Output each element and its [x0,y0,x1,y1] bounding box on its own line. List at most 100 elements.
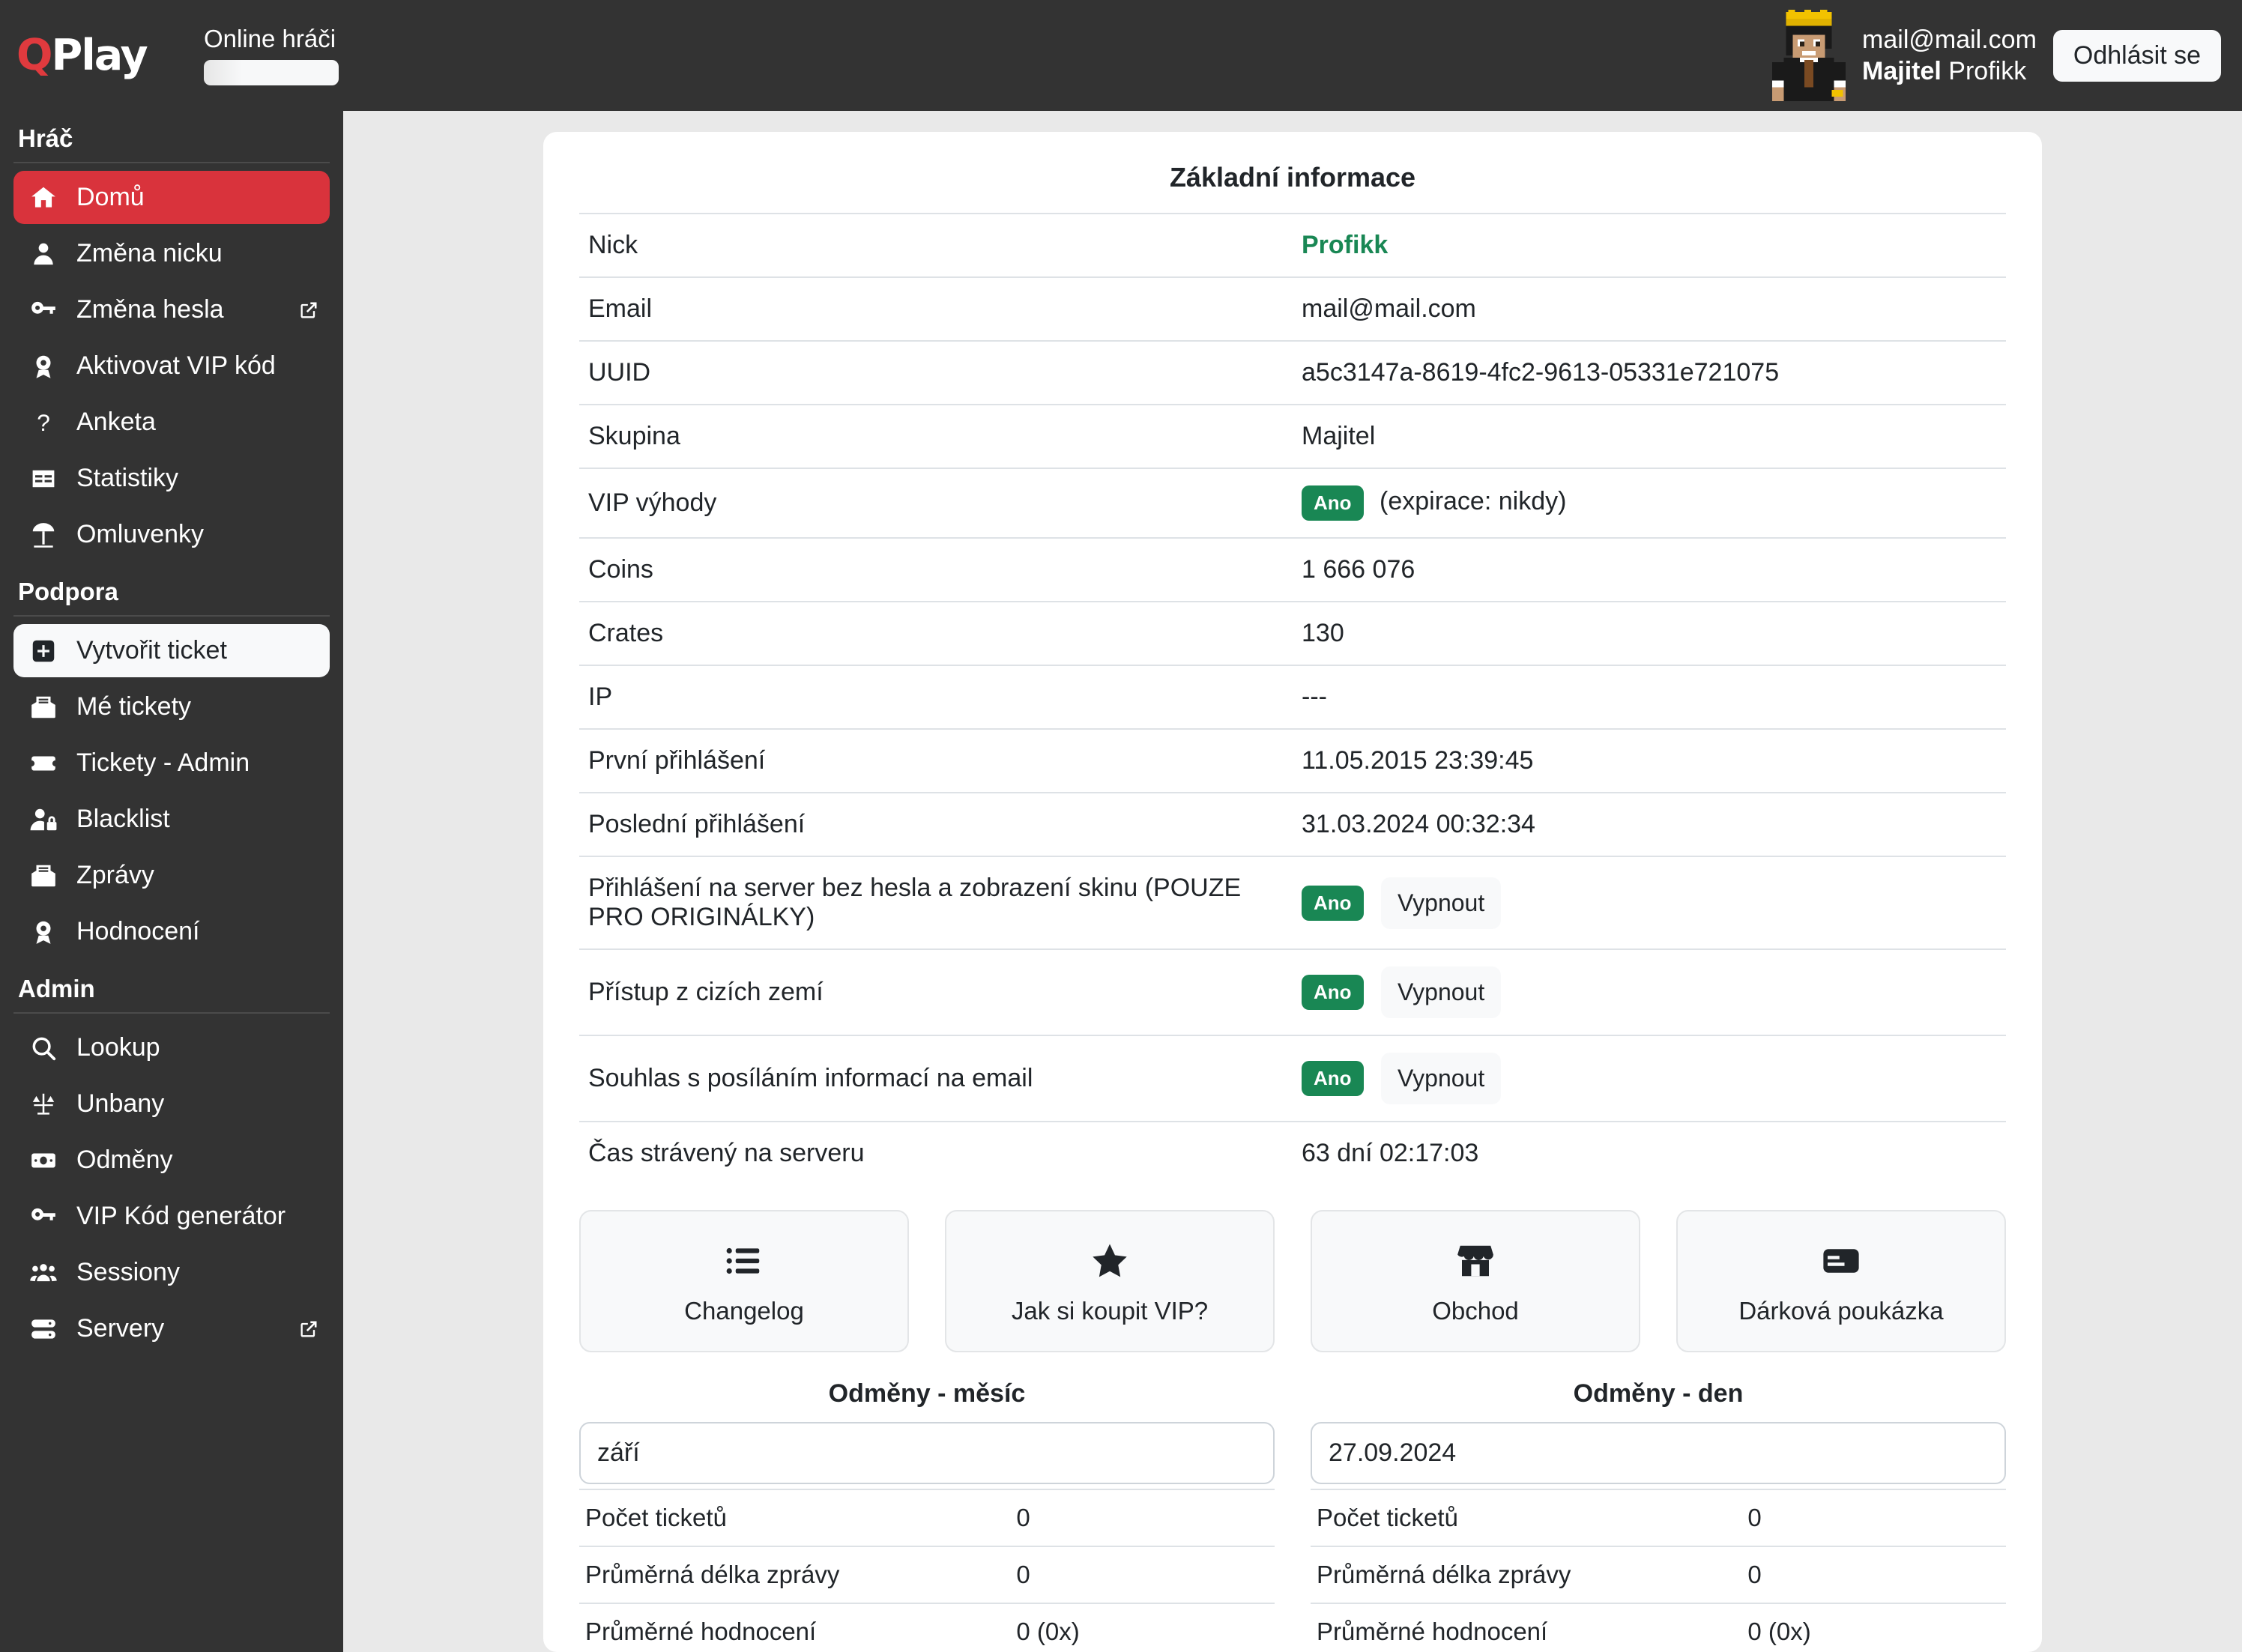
row-key: Crates [579,602,1293,665]
key-icon [24,1202,63,1231]
row-key: Čas strávený na serveru [579,1122,1293,1184]
rewards-day-table: Počet ticketů0 Průměrná délka zprávy0 Pr… [1311,1489,2006,1652]
sidebar-item-zmena-hesla[interactable]: Změna hesla [13,283,330,336]
search-icon [24,1034,63,1062]
sidebar-item-label: VIP Kód generátor [76,1202,285,1231]
toggle-off-button[interactable]: Vypnout [1381,1053,1501,1104]
sidebar-item-blacklist[interactable]: Blacklist [13,793,330,846]
row-key: Skupina [579,405,1293,468]
sidebar-item-label: Blacklist [76,805,170,834]
sidebar-item-label: Servery [76,1314,164,1343]
row-value: a5c3147a-8619-4fc2-9613-05331e721075 [1293,341,2006,405]
tile-obchod[interactable]: Obchod [1311,1210,1640,1352]
external-link-icon [298,300,319,321]
sidebar-item-sessiony[interactable]: Sessiony [13,1246,330,1299]
external-link-icon [298,1319,319,1340]
tile-changelog[interactable]: Changelog [579,1210,909,1352]
rewards-month-table: Počet ticketů0 Průměrná délka zprávy0 Pr… [579,1489,1275,1652]
basic-info-table: Nick Profikk Email mail@mail.com UUID a5… [579,213,2006,1184]
sidebar-item-aktivovat-vip-kod[interactable]: Aktivovat VIP kód [13,339,330,393]
row-value: 0 [1010,1489,1275,1546]
row-key: Email [579,277,1293,341]
sidebar-item-hodnoceni[interactable]: Hodnocení [13,905,330,958]
table-row: VIP výhody Ano (expirace: nikdy) [579,468,2006,538]
status-badge: Ano [1302,975,1364,1010]
nick-value: Profikk [1302,231,1388,259]
table-row: Skupina Majitel [579,405,2006,468]
ticket-icon [24,749,63,778]
table-row: IP --- [579,665,2006,729]
row-key: První přihlášení [579,729,1293,793]
table-row: Coins 1 666 076 [579,538,2006,602]
sidebar-item-odmeny[interactable]: Odměny [13,1134,330,1187]
sidebar: Hráč Domů Změna nicku Změna hesla Aktivo… [0,111,343,1652]
table-row: První přihlášení 11.05.2015 23:39:45 [579,729,2006,793]
toggle-off-button[interactable]: Vypnout [1381,966,1501,1018]
online-players-value-placeholder [204,60,339,85]
sidebar-item-me-tickety[interactable]: Mé tickety [13,680,330,733]
sidebar-item-zmena-nicku[interactable]: Změna nicku [13,227,330,280]
row-value: 0 (0x) [1010,1603,1275,1652]
status-badge: Ano [1302,1061,1364,1096]
row-key: IP [579,665,1293,729]
star-icon [954,1237,1266,1285]
sidebar-item-statistiky[interactable]: Statistiky [13,452,330,505]
sidebar-item-unbany[interactable]: Unbany [13,1077,330,1131]
row-value: Profikk [1293,214,2006,277]
scales-icon [24,1090,63,1119]
top-header-bar: QPlay Online hráči [0,0,2242,111]
vip-expiry-note: (expirace: nikdy) [1380,487,1566,515]
server-icon [24,1315,63,1343]
award-icon [24,352,63,381]
beach-umbrella-icon [24,521,63,549]
sidebar-item-label: Tickety - Admin [76,748,250,778]
sidebar-item-vip-kod-generator[interactable]: VIP Kód generátor [13,1190,330,1243]
user-email: mail@mail.com [1862,24,2037,56]
month-selector-input[interactable] [579,1422,1275,1484]
avatar [1772,10,1846,101]
sidebar-item-label: Anketa [76,408,156,437]
row-value: 0 [1741,1546,2006,1603]
sidebar-item-label: Mé tickety [76,692,191,721]
tile-darkova-poukazka[interactable]: Dárková poukázka [1676,1210,2006,1352]
row-key: Průměrné hodnocení [1311,1603,1741,1652]
sidebar-item-lookup[interactable]: Lookup [13,1021,330,1074]
status-badge: Ano [1302,485,1364,521]
tile-label: Changelog [588,1297,900,1325]
row-value: 63 dní 02:17:03 [1293,1122,2006,1184]
brand-logo[interactable]: QPlay [0,34,187,77]
row-key: Počet ticketů [579,1489,1010,1546]
sidebar-item-label: Sessiony [76,1258,180,1287]
toggle-off-button[interactable]: Vypnout [1381,877,1501,929]
sidebar-item-servery[interactable]: Servery [13,1302,330,1355]
row-value: 0 [1010,1546,1275,1603]
users-icon [24,1259,63,1287]
sidebar-item-label: Změna hesla [76,295,224,324]
row-value: 0 (0x) [1741,1603,2006,1652]
row-key: Průměrná délka zprávy [579,1546,1010,1603]
tile-jak-si-koupit-vip[interactable]: Jak si koupit VIP? [945,1210,1275,1352]
logout-button[interactable]: Odhlásit se [2053,30,2221,82]
sidebar-item-zpravy[interactable]: Zprávy [13,849,330,902]
row-value: 0 [1741,1489,2006,1546]
sidebar-item-tickety-admin[interactable]: Tickety - Admin [13,736,330,790]
sidebar-item-vytvorit-ticket[interactable]: Vytvořit ticket [13,624,330,677]
sidebar-item-domu[interactable]: Domů [13,171,330,224]
table-row: Souhlas s posíláním informací na email A… [579,1035,2006,1122]
user-role-line: Majitel Profikk [1862,55,2037,88]
day-selector-input[interactable] [1311,1422,2006,1484]
table-row: Počet ticketů0 [1311,1489,2006,1546]
page-title: Základní informace [579,157,2006,213]
home-icon [24,184,63,212]
table-row: Průměrná délka zprávy0 [579,1546,1275,1603]
sidebar-item-anketa[interactable]: ? Anketa [13,396,330,449]
row-value: Ano (expirace: nikdy) [1293,468,2006,538]
sidebar-item-omluvenky[interactable]: Omluvenky [13,508,330,561]
table-row: Přístup z cizích zemí Ano Vypnout [579,949,2006,1035]
award-icon [24,918,63,946]
plus-square-icon [24,637,63,665]
rewards-month-title: Odměny - měsíc [579,1379,1275,1409]
row-key: Coins [579,538,1293,602]
row-key: Počet ticketů [1311,1489,1741,1546]
row-key: VIP výhody [579,468,1293,538]
